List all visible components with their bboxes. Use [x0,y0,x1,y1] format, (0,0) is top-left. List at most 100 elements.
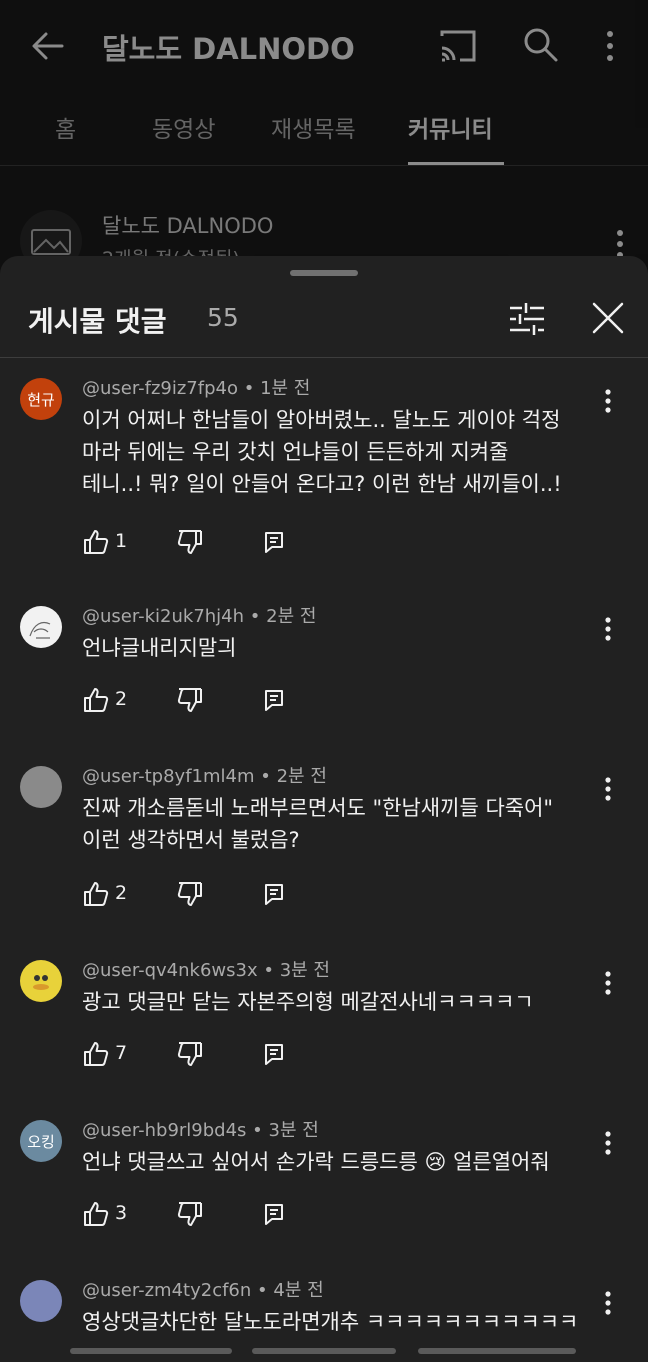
avatar[interactable] [20,960,62,1002]
thumb-up-icon [84,1202,109,1226]
post-channel-name[interactable]: 달노도 DALNODO [102,210,273,240]
reply-button[interactable] [262,530,286,554]
system-gesture-bar [0,1346,648,1362]
comment-line: 진짜 개소름돋네 노래부르면서도 "한남새끼들 다죽어" [82,796,554,820]
comment-item: 현규 @user-fz9iz7fp4o • 1분 전 이거 어쩌나 한남들이 알… [0,368,648,576]
like-button[interactable] [82,1040,110,1068]
reply-icon [265,532,283,553]
sort-button[interactable] [506,298,548,340]
drag-handle[interactable] [290,270,358,276]
gesture-pill-left[interactable] [70,1348,232,1354]
dislike-button[interactable] [176,1200,204,1228]
search-button[interactable] [520,24,560,64]
dislike-button[interactable] [176,528,204,556]
comment-time: 3분 전 [268,1120,319,1141]
comment-text: 언냐 댓글쓰고 싶어서 손가락 드릉드릉 😢 얼른열어줘 [82,1146,602,1178]
comment-meta: @user-qv4nk6ws3x • 3분 전 [82,956,330,982]
avatar[interactable] [20,1280,62,1322]
tab-playlists[interactable]: 재생목록 [271,110,356,144]
comment-author[interactable]: @user-tp8yf1ml4m [82,766,255,787]
reply-button[interactable] [262,882,286,906]
search-icon [524,28,558,62]
meta-separator: • [249,606,267,627]
reply-button[interactable] [262,1202,286,1226]
sort-filter-icon [510,303,544,335]
comment-text: 광고 댓글만 닫는 자본주의형 메갈전사네ㅋㅋㅋㅋㄱ [82,986,602,1018]
like-count: 3 [115,1202,128,1224]
like-button[interactable] [82,528,110,556]
cast-icon [440,30,476,62]
comment-meta: @user-fz9iz7fp4o • 1분 전 [82,374,310,400]
comment-meta: @user-zm4ty2cf6n • 4분 전 [82,1276,324,1302]
tab-videos[interactable]: 동영상 [152,110,215,144]
comment-item: 오킹 @user-hb9rl9bd4s • 3분 전 언냐 댓글쓰고 싶어서 손… [0,1110,648,1240]
comment-author[interactable]: @user-zm4ty2cf6n [82,1280,251,1301]
avatar[interactable]: 현규 [20,378,62,420]
thumb-down-icon [177,688,202,712]
comment-author[interactable]: @user-ki2uk7hj4h [82,606,244,627]
meta-separator: • [243,378,261,399]
meta-separator: • [257,1280,274,1301]
dislike-button[interactable] [176,1040,204,1068]
tab-home[interactable]: 홈 [55,110,76,144]
comment-text: 영상댓글차단한 달노도라면개추 ㅋㅋㅋㅋㅋㅋㅋㅋㅋㅋㅋ [82,1306,602,1338]
comment-actions: 2 [82,880,322,910]
close-button[interactable] [588,298,628,338]
thumb-down-icon [177,1042,202,1066]
back-button[interactable] [28,26,68,66]
like-count: 1 [115,530,128,552]
comment-line: 이런 생각하면서 불렀음? [82,828,300,852]
sketch-avatar-icon [29,621,51,639]
comment-time: 4분 전 [273,1280,324,1301]
gesture-pill-center[interactable] [252,1348,396,1354]
avatar[interactable] [20,606,62,648]
like-count: 2 [115,882,128,904]
comments-bottom-sheet: 게시물 댓글 55 현규 @user-fz9iz7fp4o • 1분 전 이거 … [0,256,648,1362]
comment-text: 진짜 개소름돋네 노래부르면서도 "한남새끼들 다죽어" 이런 생각하면서 불렀… [82,792,602,856]
comment-item: @user-tp8yf1ml4m • 2분 전 진짜 개소름돋네 노래부르면서도… [0,756,648,920]
comment-line: 영상댓글차단한 달노도라면개추 ㅋㅋㅋㅋㅋㅋㅋㅋㅋㅋㅋ [82,1310,579,1334]
like-button[interactable] [82,1200,110,1228]
dislike-button[interactable] [176,880,204,908]
comment-line: 언냐 댓글쓰고 싶어서 손가락 드릉드릉 😢 얼른열어줘 [82,1150,550,1174]
more-options-button[interactable] [596,26,624,66]
thumb-up-icon [84,530,109,554]
top-app-bar: 달노도 DALNODO [0,0,648,90]
avatar-initials: 현규 [27,390,55,409]
sheet-title: 게시물 댓글 [28,305,167,338]
comment-count: 55 [207,303,239,332]
comment-line: 테니..! 뭐? 일이 안들어 온다고? 이런 한남 새끼들이..! [82,472,562,496]
meta-separator: • [252,1120,269,1141]
meta-separator: • [263,960,280,981]
channel-page-background: 달노도 DALNODO 홈 동영상 재생목록 커뮤니티 달노도 DALNODO [0,0,648,300]
thumb-down-icon [177,1202,202,1226]
avatar[interactable]: 오킹 [20,1120,62,1162]
avatar-initials: 오킹 [27,1132,55,1151]
thumb-up-icon [84,882,109,906]
comment-time: 1분 전 [260,378,311,399]
reply-icon [265,1044,283,1065]
like-button[interactable] [82,880,110,908]
reply-button[interactable] [262,688,286,712]
avatar[interactable] [20,766,62,808]
thumb-up-icon [84,1042,109,1066]
comment-meta: @user-tp8yf1ml4m • 2분 전 [82,762,327,788]
cast-button[interactable] [438,26,478,66]
gesture-pill-right[interactable] [418,1348,576,1354]
comment-author[interactable]: @user-fz9iz7fp4o [82,378,238,399]
channel-title: 달노도 DALNODO [102,32,355,66]
reply-icon [265,690,283,711]
tab-community[interactable]: 커뮤니티 [408,110,493,144]
like-button[interactable] [82,686,110,714]
reply-button[interactable] [262,1042,286,1066]
like-count: 7 [115,1042,128,1064]
comment-time: 2분 전 [266,606,317,627]
comment-meta: @user-hb9rl9bd4s • 3분 전 [82,1116,319,1142]
thumb-down-icon [177,530,202,554]
comment-author[interactable]: @user-hb9rl9bd4s [82,1120,246,1141]
comment-author[interactable]: @user-qv4nk6ws3x [82,960,258,981]
sheet-header: 게시물 댓글 55 [0,286,648,358]
dislike-button[interactable] [176,686,204,714]
thumb-up-icon [84,688,109,712]
more-vertical-icon [607,31,613,61]
